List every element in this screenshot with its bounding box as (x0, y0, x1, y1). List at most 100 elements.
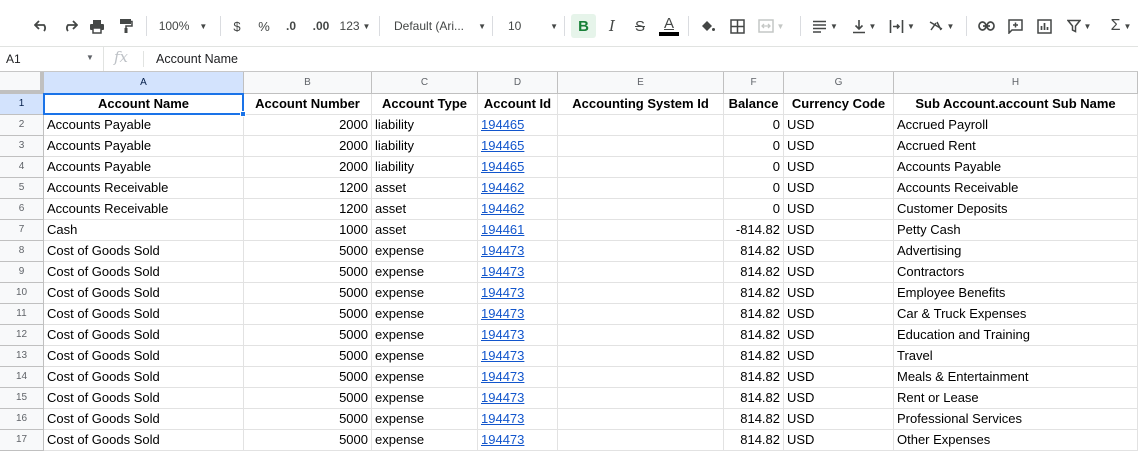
cell-account-name[interactable]: Cost of Goods Sold (44, 409, 244, 430)
header-cell-currency-code[interactable]: Currency Code (784, 94, 894, 115)
cell-account-name[interactable]: Cost of Goods Sold (44, 262, 244, 283)
cell-account-name[interactable]: Accounts Receivable (44, 178, 244, 199)
cell-sub-account-name[interactable]: Travel (894, 346, 1138, 367)
cell-account-name[interactable]: Cost of Goods Sold (44, 346, 244, 367)
cell-account-type[interactable]: expense (372, 262, 478, 283)
increase-decimal-button[interactable]: .00 (308, 14, 334, 38)
row-header[interactable]: 13 (0, 346, 44, 367)
vertical-align-icon[interactable]: ▼ (848, 14, 880, 38)
cell-balance[interactable]: 0 (724, 115, 784, 136)
cell-accounting-system-id[interactable] (558, 325, 724, 346)
italic-button[interactable]: I (601, 14, 623, 38)
cell-account-name[interactable]: Cost of Goods Sold (44, 430, 244, 451)
header-cell-account-type[interactable]: Account Type (372, 94, 478, 115)
strikethrough-button[interactable]: S (629, 14, 651, 38)
cell-accounting-system-id[interactable] (558, 115, 724, 136)
chevron-down-icon[interactable]: ▼ (86, 53, 94, 62)
cell-currency-code[interactable]: USD (784, 241, 894, 262)
print-icon[interactable] (85, 14, 109, 38)
insert-chart-icon[interactable] (1032, 14, 1056, 38)
cell-account-type[interactable]: expense (372, 241, 478, 262)
fill-handle[interactable] (240, 111, 246, 117)
cell-account-name[interactable]: Cost of Goods Sold (44, 283, 244, 304)
cell-account-type[interactable]: expense (372, 430, 478, 451)
cell-sub-account-name[interactable]: Meals & Entertainment (894, 367, 1138, 388)
cell-account-id[interactable]: 194473 (478, 241, 558, 262)
cell-balance[interactable]: 0 (724, 178, 784, 199)
cell-balance[interactable]: 814.82 (724, 262, 784, 283)
cell-balance[interactable]: 814.82 (724, 346, 784, 367)
paint-format-icon[interactable] (114, 14, 138, 38)
row-header[interactable]: 15 (0, 388, 44, 409)
cell-account-id[interactable]: 194465 (478, 115, 558, 136)
cell-accounting-system-id[interactable] (558, 178, 724, 199)
cell-sub-account-name[interactable]: Accrued Rent (894, 136, 1138, 157)
header-cell-balance[interactable]: Balance (724, 94, 784, 115)
cell-accounting-system-id[interactable] (558, 157, 724, 178)
row-header[interactable]: 1 (0, 94, 44, 115)
cell-currency-code[interactable]: USD (784, 325, 894, 346)
cell-account-number[interactable]: 5000 (244, 388, 372, 409)
cell-account-type[interactable]: liability (372, 115, 478, 136)
cell-accounting-system-id[interactable] (558, 262, 724, 283)
cell-account-type[interactable]: asset (372, 199, 478, 220)
cell-account-number[interactable]: 2000 (244, 136, 372, 157)
cell-account-number[interactable]: 5000 (244, 430, 372, 451)
cell-account-name[interactable]: Cost of Goods Sold (44, 367, 244, 388)
select-all-corner[interactable] (0, 72, 44, 94)
cell-balance[interactable]: 814.82 (724, 367, 784, 388)
row-header[interactable]: 14 (0, 367, 44, 388)
cell-account-id[interactable]: 194473 (478, 346, 558, 367)
cell-account-id[interactable]: 194473 (478, 367, 558, 388)
cell-balance[interactable]: 0 (724, 136, 784, 157)
cell-sub-account-name[interactable]: Accrued Payroll (894, 115, 1138, 136)
borders-icon[interactable] (726, 14, 748, 38)
cell-account-name[interactable]: Accounts Payable (44, 115, 244, 136)
row-header[interactable]: 16 (0, 409, 44, 430)
cell-accounting-system-id[interactable] (558, 283, 724, 304)
currency-format-button[interactable]: $ (228, 14, 246, 38)
cell-accounting-system-id[interactable] (558, 346, 724, 367)
header-cell-account-number[interactable]: Account Number (244, 94, 372, 115)
decrease-decimal-button[interactable]: .0 (280, 14, 302, 38)
cell-account-number[interactable]: 5000 (244, 325, 372, 346)
column-header-g[interactable]: G (784, 72, 894, 94)
cell-account-number[interactable]: 2000 (244, 115, 372, 136)
cell-currency-code[interactable]: USD (784, 430, 894, 451)
cell-account-type[interactable]: asset (372, 220, 478, 241)
insert-link-icon[interactable] (974, 14, 998, 38)
more-formats-button[interactable]: 123 ▼ (338, 14, 372, 38)
header-cell-accounting-system-id[interactable]: Accounting System Id (558, 94, 724, 115)
cell-account-type[interactable]: expense (372, 367, 478, 388)
row-header[interactable]: 5 (0, 178, 44, 199)
redo-icon[interactable] (58, 14, 82, 38)
cell-account-id[interactable]: 194473 (478, 283, 558, 304)
row-header[interactable]: 8 (0, 241, 44, 262)
cell-account-id[interactable]: 194473 (478, 304, 558, 325)
cell-account-type[interactable]: expense (372, 409, 478, 430)
cell-account-name[interactable]: Cash (44, 220, 244, 241)
cell-account-id[interactable]: 194462 (478, 178, 558, 199)
font-family-select[interactable]: Default (Ari... ▼ (388, 14, 486, 38)
cell-account-name[interactable]: Accounts Payable (44, 157, 244, 178)
cell-account-name[interactable]: Cost of Goods Sold (44, 241, 244, 262)
cell-currency-code[interactable]: USD (784, 136, 894, 157)
cell-sub-account-name[interactable]: Car & Truck Expenses (894, 304, 1138, 325)
font-size-select[interactable]: 10 ▼ (500, 14, 558, 38)
cell-account-number[interactable]: 5000 (244, 241, 372, 262)
cell-accounting-system-id[interactable] (558, 430, 724, 451)
row-header[interactable]: 9 (0, 262, 44, 283)
column-header-d[interactable]: D (478, 72, 558, 94)
cell-account-number[interactable]: 5000 (244, 304, 372, 325)
cell-sub-account-name[interactable]: Customer Deposits (894, 199, 1138, 220)
cell-sub-account-name[interactable]: Accounts Payable (894, 157, 1138, 178)
cell-sub-account-name[interactable]: Other Expenses (894, 430, 1138, 451)
cell-balance[interactable]: 814.82 (724, 304, 784, 325)
cell-account-id[interactable]: 194462 (478, 199, 558, 220)
cell-account-type[interactable]: asset (372, 178, 478, 199)
cell-accounting-system-id[interactable] (558, 220, 724, 241)
cell-balance[interactable]: 0 (724, 157, 784, 178)
row-header[interactable]: 10 (0, 283, 44, 304)
cell-currency-code[interactable]: USD (784, 262, 894, 283)
cell-account-number[interactable]: 5000 (244, 346, 372, 367)
